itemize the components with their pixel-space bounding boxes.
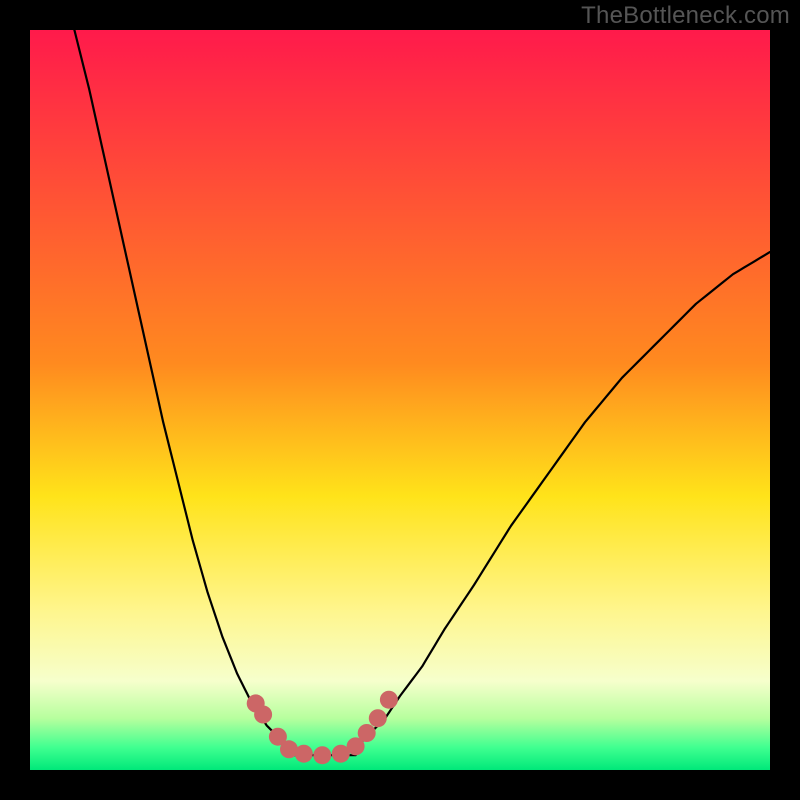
gradient-background bbox=[30, 30, 770, 770]
marker-dot bbox=[380, 691, 398, 709]
marker-dot bbox=[358, 724, 376, 742]
plot-area bbox=[30, 30, 770, 770]
bottleneck-chart bbox=[30, 30, 770, 770]
watermark-text: TheBottleneck.com bbox=[581, 2, 790, 30]
marker-dot bbox=[254, 706, 272, 724]
marker-dot bbox=[369, 709, 387, 727]
marker-dot bbox=[313, 746, 331, 764]
chart-frame: TheBottleneck.com bbox=[0, 0, 800, 800]
marker-dot bbox=[295, 745, 313, 763]
